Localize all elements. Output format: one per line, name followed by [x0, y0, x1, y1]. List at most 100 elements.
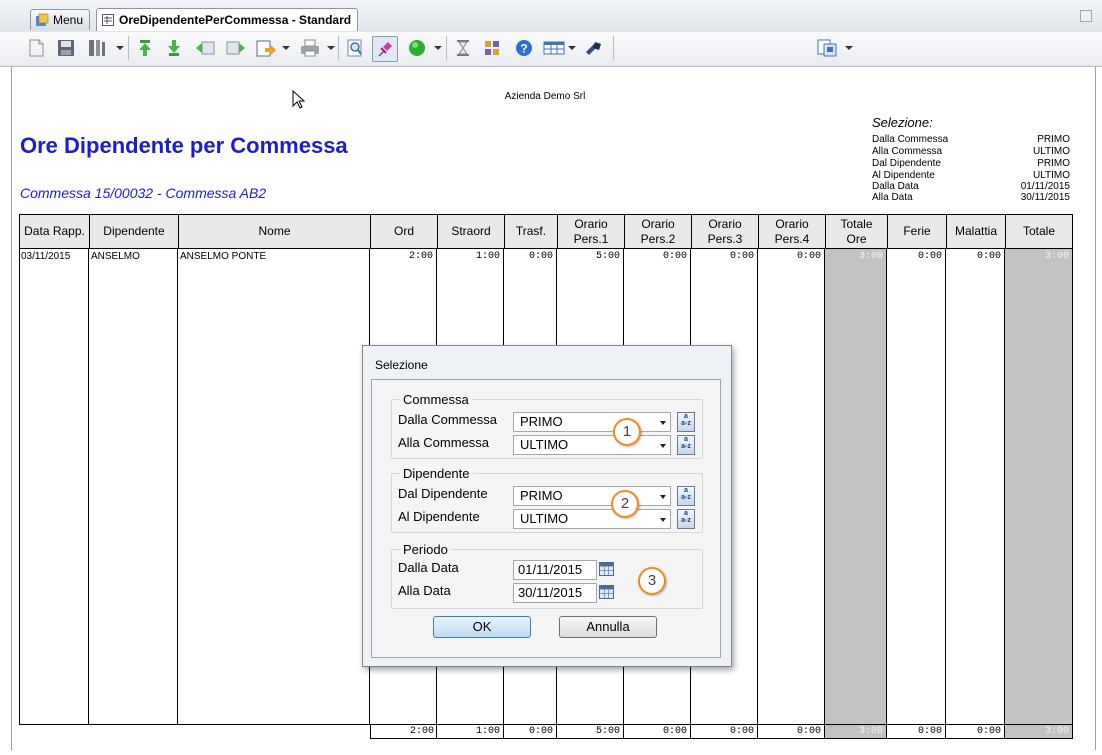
key-icon: a	[684, 413, 688, 420]
cubes-icon	[485, 41, 499, 55]
help-button[interactable]: ?	[512, 36, 536, 60]
tab-report-label: OreDipendentePerCommessa - Standard	[119, 13, 352, 27]
pin-button[interactable]	[372, 36, 398, 62]
tools-button[interactable]	[85, 36, 109, 60]
tools-dropdown-icon[interactable]	[116, 46, 124, 50]
svg-text:?: ?	[520, 42, 527, 56]
pin-icon	[378, 42, 392, 57]
column-header-orario-pers-2: Orario Pers.2	[625, 215, 692, 248]
column-totale-ore	[825, 249, 887, 724]
column-ferie	[887, 249, 946, 724]
column-header-malattia: Malattia	[947, 215, 1006, 248]
green-circle-icon	[409, 40, 425, 56]
selection-value: PRIMO	[1037, 158, 1070, 169]
arrow-left-icon	[196, 41, 215, 55]
tab-menu[interactable]: Menu	[30, 9, 91, 30]
cancel-button[interactable]: Annulla	[559, 616, 657, 638]
tools-extra-button[interactable]	[582, 36, 606, 60]
report-title: Ore Dipendente per Commessa	[20, 133, 348, 158]
toolbar-separator	[446, 36, 447, 60]
total-totale-ore: 3:00	[858, 726, 883, 737]
column-malattia	[946, 249, 1005, 724]
selection-label: Alla Data	[872, 192, 913, 203]
chevron-down-icon[interactable]	[660, 518, 666, 522]
page-setup-button[interactable]	[24, 36, 48, 60]
periodo-group-label: Periodo	[400, 542, 451, 557]
run-button[interactable]	[405, 36, 429, 60]
table-header: Data Rapp. Dipendente Nome Ord Straord T…	[19, 214, 1073, 249]
wait-button[interactable]	[451, 36, 475, 60]
column-header-orario-pers-4: Orario Pers.4	[759, 215, 826, 248]
chevron-down-icon[interactable]	[660, 495, 666, 499]
tools-icon	[89, 40, 105, 56]
toolbar-separator	[613, 36, 614, 60]
page-icon	[29, 39, 44, 57]
previous-page-button[interactable]	[193, 36, 217, 60]
selection-value: PRIMO	[1037, 134, 1070, 145]
tab-report[interactable]: OreDipendentePerCommessa - Standard	[96, 8, 359, 31]
cell-dipendente: ANSELMO	[91, 251, 140, 262]
total-orario-pers-4-cell: 0:00	[758, 725, 825, 739]
total-orario-pers-1-cell: 5:00	[557, 725, 624, 739]
print-dropdown-icon[interactable]	[327, 46, 335, 50]
cell-totale-ore: 3:00	[858, 251, 883, 262]
grid-dropdown-icon[interactable]	[568, 46, 576, 50]
dalla-data-label: Dalla Data	[398, 560, 459, 575]
calendar-icon[interactable]	[599, 562, 614, 576]
export-dropdown-icon[interactable]	[282, 46, 290, 50]
last-page-button[interactable]	[162, 36, 186, 60]
ok-button[interactable]: OK	[433, 616, 531, 638]
total-trasf: 0:00	[528, 726, 553, 737]
run-dropdown-icon[interactable]	[434, 46, 442, 50]
cell-ferie: 0:00	[917, 251, 942, 262]
cell-totale: 3:00	[1044, 251, 1069, 262]
total-totale-ore-cell: 3:00	[825, 725, 887, 739]
az-lookup-button[interactable]: a a-z	[677, 435, 695, 455]
magnifier-page-icon	[347, 39, 362, 57]
layout-dropdown-icon[interactable]	[845, 46, 853, 50]
al-dipendente-value: ULTIMO	[520, 511, 569, 526]
column-header-totale: Totale	[1022, 224, 1056, 238]
column-header-straord: Straord	[438, 215, 505, 248]
arrow-right-icon	[226, 41, 245, 55]
cell-straord: 1:00	[475, 251, 500, 262]
az-lookup-button[interactable]: a a-z	[677, 412, 695, 432]
al-dipendente-combo[interactable]: ULTIMO	[513, 509, 671, 529]
print-button[interactable]	[298, 36, 322, 60]
dipendente-group-label: Dipendente	[400, 466, 473, 481]
dal-dipendente-combo[interactable]: PRIMO	[513, 486, 671, 506]
alla-commessa-label: Alla Commessa	[398, 435, 490, 450]
alla-commessa-combo[interactable]: ULTIMO	[513, 435, 671, 455]
first-page-button[interactable]	[133, 36, 157, 60]
dalla-data-input[interactable]: 01/11/2015	[513, 560, 597, 580]
grid-button[interactable]	[542, 36, 566, 60]
column-orario-pers-4	[758, 249, 825, 724]
column-nome	[178, 249, 370, 724]
next-page-button[interactable]	[224, 36, 248, 60]
column-header-nome: Nome	[179, 215, 371, 248]
tab-strip: Menu OreDipendentePerCommessa - Standard	[0, 0, 1102, 33]
total-orario-pers-4: 0:00	[796, 726, 821, 737]
total-ferie: 0:00	[917, 726, 942, 737]
modules-button[interactable]	[480, 36, 504, 60]
calendar-icon[interactable]	[599, 585, 614, 599]
cell-orario-pers-3: 0:00	[729, 251, 754, 262]
total-totale: 3:00	[1044, 726, 1069, 737]
export-button[interactable]	[254, 36, 278, 60]
chevron-down-icon[interactable]	[660, 421, 666, 425]
dalla-commessa-combo[interactable]: PRIMO	[513, 412, 671, 432]
selection-label: Dal Dipendente	[872, 158, 941, 169]
az-lookup-button[interactable]: a a-z	[677, 486, 695, 506]
tab-menu-label: Menu	[53, 13, 84, 27]
total-ferie-cell: 0:00	[887, 725, 946, 739]
az-lookup-button[interactable]: a a-z	[677, 509, 695, 529]
selection-heading: Selezione:	[872, 115, 933, 130]
chevron-down-icon[interactable]	[660, 444, 666, 448]
close-icon[interactable]	[1080, 10, 1092, 22]
save-button[interactable]	[54, 36, 78, 60]
layout-button[interactable]	[815, 36, 839, 60]
preview-button[interactable]	[343, 36, 367, 60]
commessa-group-label: Commessa	[400, 392, 472, 407]
alla-data-input[interactable]: 30/11/2015	[513, 583, 597, 603]
total-ord-cell: 2:00	[370, 725, 437, 739]
